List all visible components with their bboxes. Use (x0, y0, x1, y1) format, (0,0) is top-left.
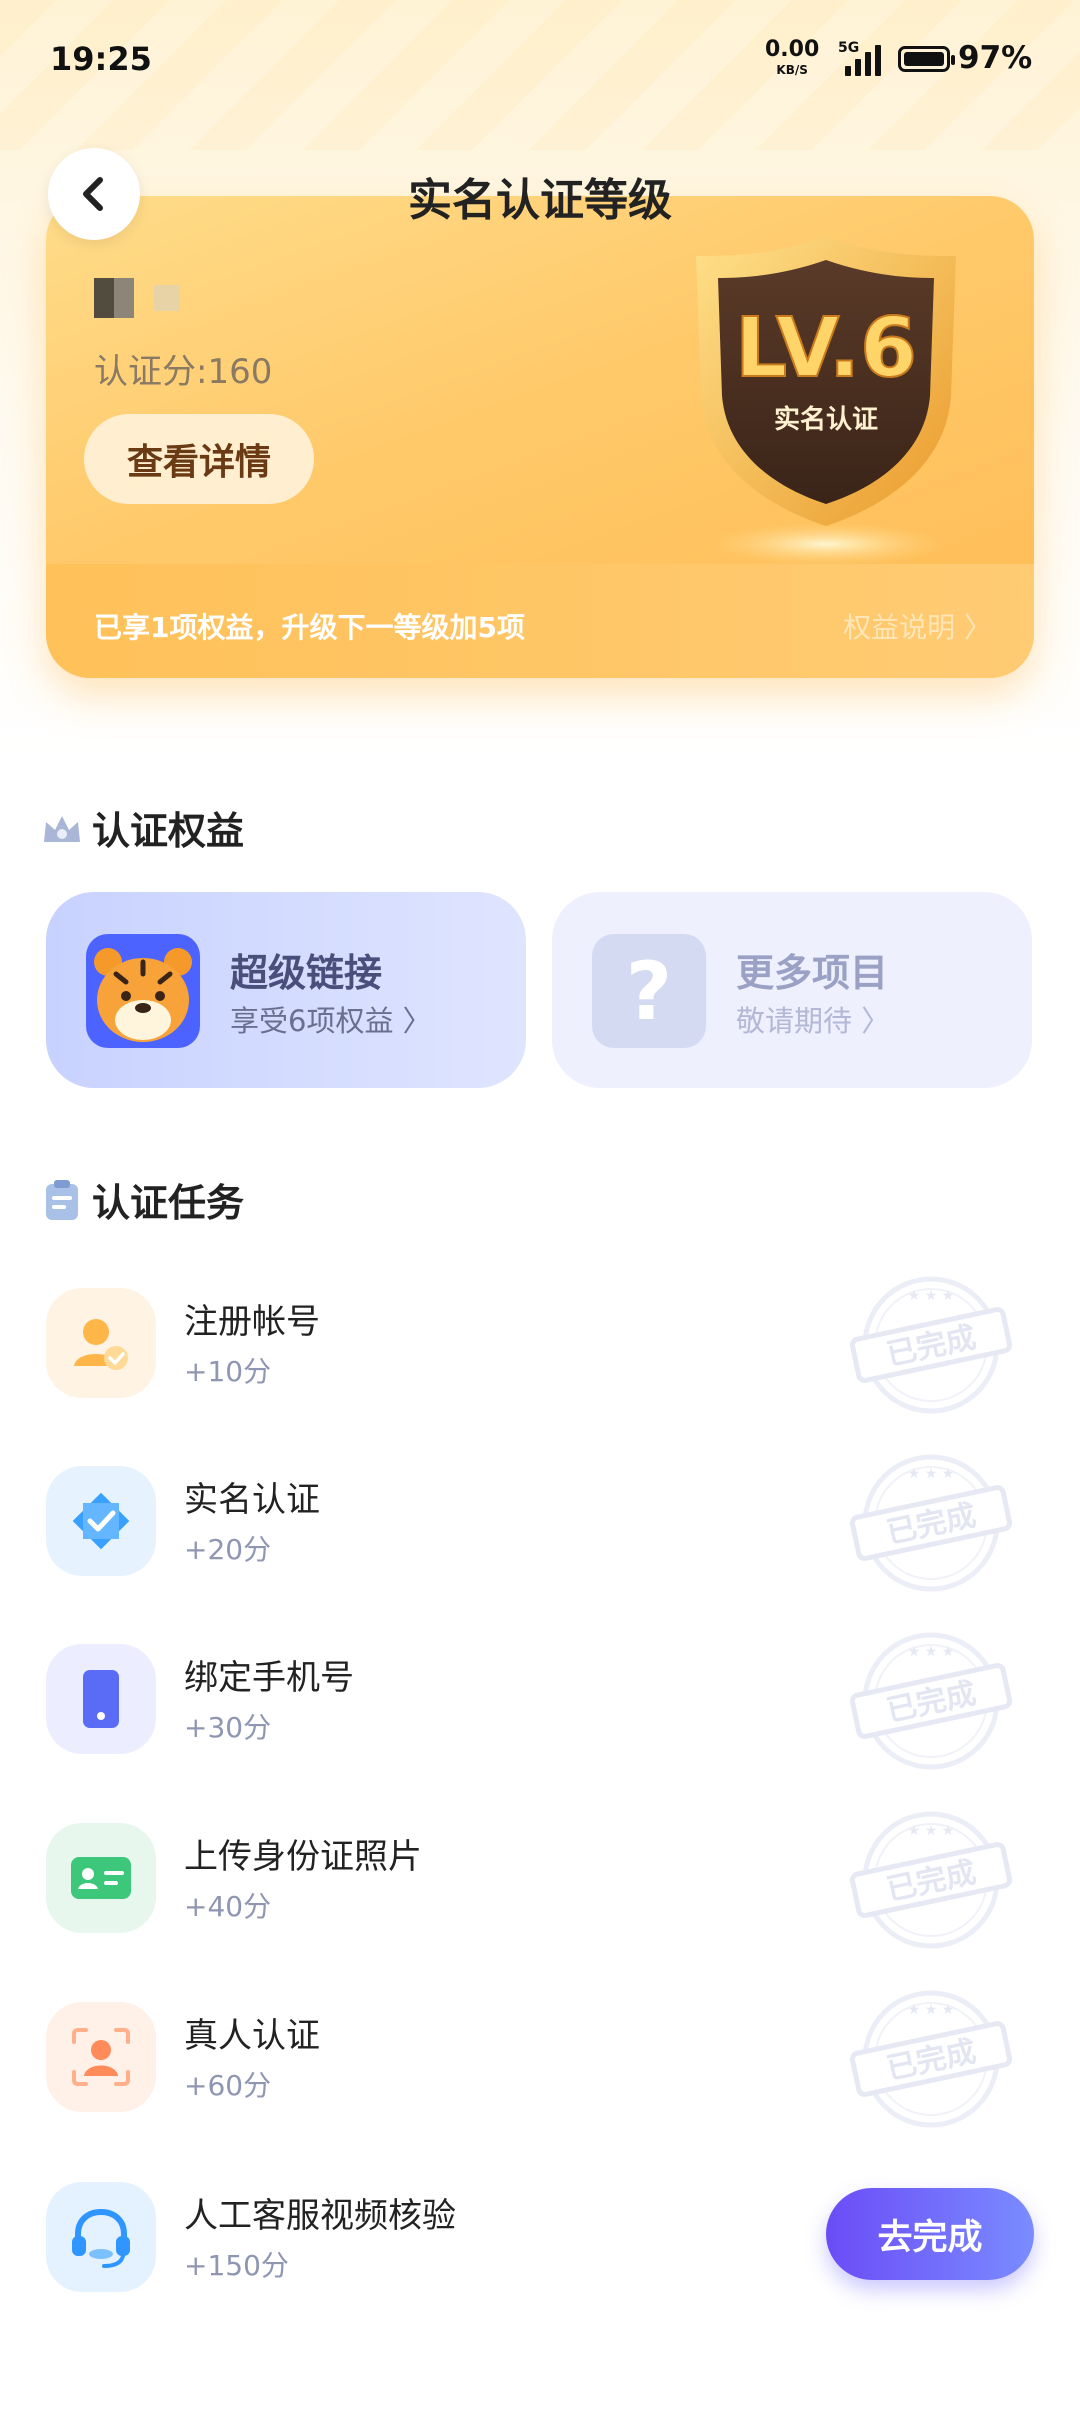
tasks-section-label: 认证任务 (92, 1181, 245, 1225)
completed-stamp-icon: 已完成 ★ ★ ★ (849, 1454, 1013, 1592)
task-face-verification: 真人认证 +60分 已完成 ★ ★ ★ (46, 1990, 1034, 2128)
task-name: 实名认证 (184, 1480, 320, 1520)
badge-label-text: 实名认证 (774, 404, 878, 435)
signal-icon (845, 44, 885, 76)
completed-stamp-icon: 已完成 ★ ★ ★ (849, 1276, 1013, 1414)
status-bar: 19:25 0.00 KB/S 5G 97% (0, 0, 1080, 120)
task-name: 绑定手机号 (184, 1658, 354, 1698)
battery-icon (898, 46, 955, 72)
task-name: 人工客服视频核验 (184, 2196, 456, 2236)
level-card: 认证分:160 查看详情 LV.6 实名认证 已享1项权益，升级下一等级加5项 … (46, 196, 1034, 678)
completed-stamp-icon: 已完成 ★ ★ ★ (849, 1811, 1013, 1949)
svg-text:★ ★ ★: ★ ★ ★ (908, 1466, 955, 1482)
clipboard-icon (46, 1179, 78, 1220)
task-upload-id-photo: 上传身份证照片 +40分 已完成 ★ ★ ★ (46, 1811, 1034, 1949)
badge-level-text: LV.6 (735, 301, 917, 396)
svg-text:★ ★ ★: ★ ★ ★ (908, 2002, 955, 2018)
network-speed: 0.00 KB/S (765, 37, 820, 80)
svg-text:★ ★ ★: ★ ★ ★ (908, 1288, 955, 1304)
phone-icon (46, 1644, 156, 1754)
task-points: +20分 (184, 1533, 272, 1566)
task-points: +10分 (184, 1355, 272, 1388)
tasks-section-title: 认证任务 (40, 1172, 244, 1227)
go-complete-button[interactable]: 去完成 (826, 2188, 1034, 2280)
tiger-mascot-icon (86, 934, 200, 1048)
task-real-name-auth: 实名认证 +20分 已完成 ★ ★ ★ (46, 1454, 1034, 1592)
task-name: 真人认证 (184, 2016, 320, 2056)
benefit-title: 更多项目 (736, 951, 889, 995)
task-points: +30分 (184, 1711, 272, 1744)
face-scan-icon (46, 2002, 156, 2112)
page-title: 实名认证等级 (408, 175, 672, 226)
rights-explanation-link[interactable]: 权益说明 〉 (843, 606, 992, 646)
completed-stamp-icon: 已完成 ★ ★ ★ (849, 1632, 1013, 1770)
crown-icon (44, 815, 80, 842)
benefits-section-title: 认证权益 (40, 800, 244, 855)
benefit-card-super-link[interactable]: 超级链接 享受6项权益 〉 (46, 892, 526, 1088)
task-points: +60分 (184, 2069, 272, 2102)
user-name-masked (94, 278, 180, 318)
auth-score: 认证分:160 (94, 352, 273, 392)
benefit-subtitle: 敬请期待 〉 (736, 1004, 891, 1038)
benefit-card-more[interactable]: ? 更多项目 敬请期待 〉 (552, 892, 1032, 1088)
task-points: +40分 (184, 1890, 272, 1923)
task-name: 上传身份证照片 (184, 1837, 422, 1877)
svg-text:★ ★ ★: ★ ★ ★ (908, 1644, 955, 1660)
headset-icon (46, 2182, 156, 2292)
task-video-review: 人工客服视频核验 +150分 去完成 (46, 2182, 1034, 2302)
svg-text:★ ★ ★: ★ ★ ★ (908, 1823, 955, 1839)
id-card-icon (46, 1823, 156, 1933)
completed-stamp-icon: 已完成 ★ ★ ★ (849, 1990, 1013, 2128)
view-details-button[interactable]: 查看详情 (84, 414, 314, 504)
level-badge-shield-icon: LV.6 实名认证 (696, 236, 956, 566)
benefit-title: 超级链接 (230, 951, 383, 995)
benefits-section-label: 认证权益 (92, 809, 245, 853)
task-name: 注册帐号 (184, 1302, 320, 1342)
task-points: +150分 (184, 2249, 289, 2282)
battery-percent: 97% (958, 40, 1033, 76)
task-register-account: 注册帐号 +10分 已完成 ★ ★ ★ (46, 1276, 1034, 1414)
network-speed-unit: KB/S (776, 63, 808, 77)
verified-badge-icon (46, 1466, 156, 1576)
network-speed-value: 0.00 (765, 37, 820, 62)
user-check-icon (46, 1288, 156, 1398)
task-bind-phone: 绑定手机号 +30分 已完成 ★ ★ ★ (46, 1632, 1034, 1770)
question-mark-icon: ? (592, 934, 706, 1048)
status-time: 19:25 (50, 40, 152, 78)
benefit-subtitle: 享受6项权益 〉 (230, 1004, 432, 1038)
rights-summary: 已享1项权益，升级下一等级加5项 (94, 611, 525, 644)
